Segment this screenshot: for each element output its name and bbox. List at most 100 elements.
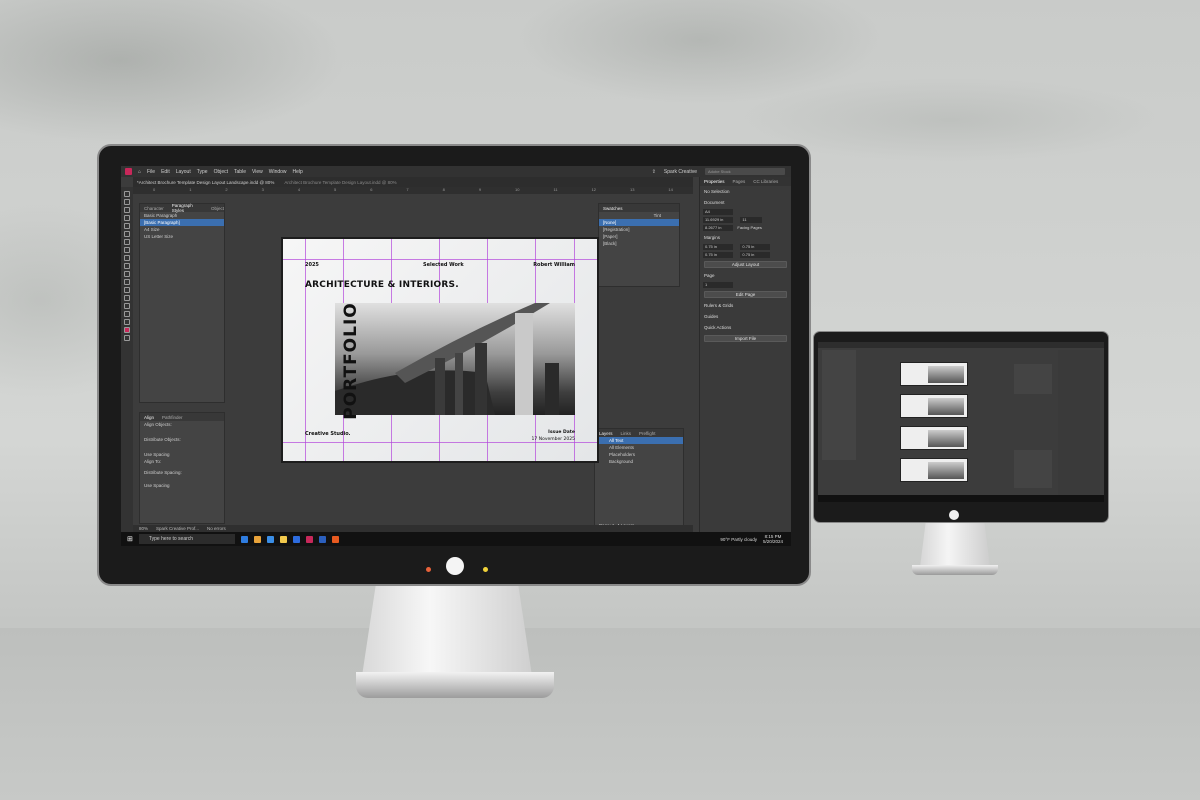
free-transform-tool-icon[interactable] [124,279,130,285]
doc-author[interactable]: Robert William [533,262,575,268]
page-size-select[interactable]: A4 [703,209,733,215]
swatch-row[interactable]: [Paper] [599,233,679,240]
system-clock[interactable]: 8:15 PM 5/20/2024 [763,534,783,544]
pencil-tool-icon[interactable] [124,247,130,253]
spread-thumbnail[interactable] [900,458,968,482]
use-spacing-checkbox-2[interactable]: Use Spacing [140,482,224,489]
chrome-icon[interactable] [279,535,287,543]
edge-icon[interactable] [266,535,274,543]
horizontal-ruler[interactable]: 0 1 2 3 4 5 6 7 8 9 10 11 12 13 14 [133,187,693,194]
tab-align[interactable]: Align [144,415,154,420]
home-icon[interactable]: ⌂ [138,169,141,175]
scissors-tool-icon[interactable] [124,271,130,277]
hand-tool-icon[interactable] [124,311,130,317]
menu-help[interactable]: Help [293,169,303,175]
swatch-row[interactable]: [Registration] [599,226,679,233]
spread-thumbnail[interactable] [900,362,968,386]
task-view-icon[interactable] [240,535,248,543]
menu-object[interactable]: Object [214,169,228,175]
layer-row[interactable]: All Elements [595,444,683,451]
menu-table[interactable]: Table [234,169,246,175]
direct-selection-tool-icon[interactable] [124,199,130,205]
workspace-switcher[interactable]: Spark Creative [664,169,697,175]
adjust-layout-button[interactable]: Adjust Layout [704,261,787,268]
zoom-level[interactable]: 80% [139,526,148,531]
facing-pages-checkbox[interactable]: Facing Pages [737,225,761,230]
paragraph-style-row[interactable]: [Basic Paragraph] [140,219,224,226]
tab-layers[interactable]: Layers [599,431,613,436]
edit-page-button[interactable]: Edit Page [704,291,787,298]
paragraph-style-group[interactable]: A4 Size [140,226,224,233]
doc-title[interactable]: ARCHITECTURE & INTERIORS. [305,280,459,290]
doc-portfolio-vertical[interactable]: PORTFOLIO [341,301,361,421]
stock-search-input[interactable]: Adobe Stock [705,168,785,175]
margin-outside-field[interactable]: 0.75 in [740,252,771,258]
tab-active-document[interactable]: *Architect Brochure Template Design Layo… [137,180,274,185]
menu-layout[interactable]: Layout [176,169,191,175]
rectangle-tool-icon[interactable] [124,263,130,269]
architecture-photo[interactable] [335,303,575,415]
paragraph-style-row[interactable]: Basic Paragraph [140,212,224,219]
swatch-row[interactable]: [Black] [599,240,679,247]
preflight-status[interactable]: No errors [207,526,226,531]
width-field[interactable]: 11.6929 in [703,217,733,223]
layer-row[interactable]: Placeholders [595,451,683,458]
doc-year[interactable]: 2025 [305,262,319,268]
paragraph-style-group[interactable]: US Letter Size [140,233,224,240]
gradient-tool-icon[interactable] [124,287,130,293]
tab-object-styles[interactable]: Object [211,206,224,211]
pages-count-field[interactable]: 11 [740,217,763,223]
windows-start-icon[interactable]: ⊞ [127,535,133,543]
taskbar-search-input[interactable]: Type here to search [138,534,235,544]
secondary-power-button[interactable] [949,510,959,520]
fill-stroke-swatch-icon[interactable] [124,327,130,333]
use-spacing-checkbox[interactable]: Use Spacing [140,451,224,458]
photoshop-icon[interactable] [292,535,300,543]
selection-tool-icon[interactable] [124,191,130,197]
layer-row[interactable]: Background [595,458,683,465]
spread-thumbnail[interactable] [900,394,968,418]
gap-tool-icon[interactable] [124,215,130,221]
menu-view[interactable]: View [252,169,263,175]
import-file-button[interactable]: Import File [704,335,787,342]
height-field[interactable]: 8.2677 in [703,225,733,231]
tab-inactive-document[interactable]: Architect Brochure Template Design Layou… [284,180,396,185]
menu-edit[interactable]: Edit [161,169,170,175]
tab-links[interactable]: Links [621,431,632,436]
tab-preflight[interactable]: Preflight [639,431,656,436]
layer-row[interactable]: All Text [595,437,683,444]
document-page[interactable]: 2025 Selected Work Robert William ARCHIT… [283,239,597,461]
doc-selected-work[interactable]: Selected Work [423,262,464,268]
doc-studio[interactable]: Creative Studio. [305,431,351,437]
screen-mode-icon[interactable] [124,335,130,341]
tab-cc-libraries[interactable]: CC Libraries [753,179,778,184]
note-tool-icon[interactable] [124,295,130,301]
eyedropper-tool-icon[interactable] [124,303,130,309]
line-tool-icon[interactable] [124,231,130,237]
margin-bottom-field[interactable]: 0.75 in [703,252,733,258]
monitor-power-button[interactable] [446,557,464,575]
menu-file[interactable]: File [147,169,155,175]
swatch-row[interactable]: [None] [599,219,679,226]
preflight-profile[interactable]: Spark Creative Prof... [156,526,199,531]
weather-widget[interactable]: 90°F Partly cloudy [720,537,757,542]
spread-thumbnail[interactable] [900,426,968,450]
tab-character[interactable]: Character [144,206,164,211]
rectangle-frame-tool-icon[interactable] [124,255,130,261]
indesign-taskbar-icon[interactable] [305,535,313,543]
tab-pages[interactable]: Pages [733,179,746,184]
menu-type[interactable]: Type [197,169,208,175]
zoom-tool-icon[interactable] [124,319,130,325]
menu-window[interactable]: Window [269,169,287,175]
type-tool-icon[interactable] [124,223,130,229]
doc-issue-label[interactable]: Issue Date [548,430,575,435]
word-icon[interactable] [318,535,326,543]
page-select[interactable]: 1 [703,282,733,288]
margin-top-field[interactable]: 0.75 in [703,244,733,250]
doc-issue-date[interactable]: 17 November 2025 [532,437,575,442]
tab-pathfinder[interactable]: Pathfinder [162,415,183,420]
page-tool-icon[interactable] [124,207,130,213]
tab-properties[interactable]: Properties [704,179,725,184]
illustrator-icon[interactable] [331,535,339,543]
margin-inside-field[interactable]: 0.75 in [740,244,771,250]
